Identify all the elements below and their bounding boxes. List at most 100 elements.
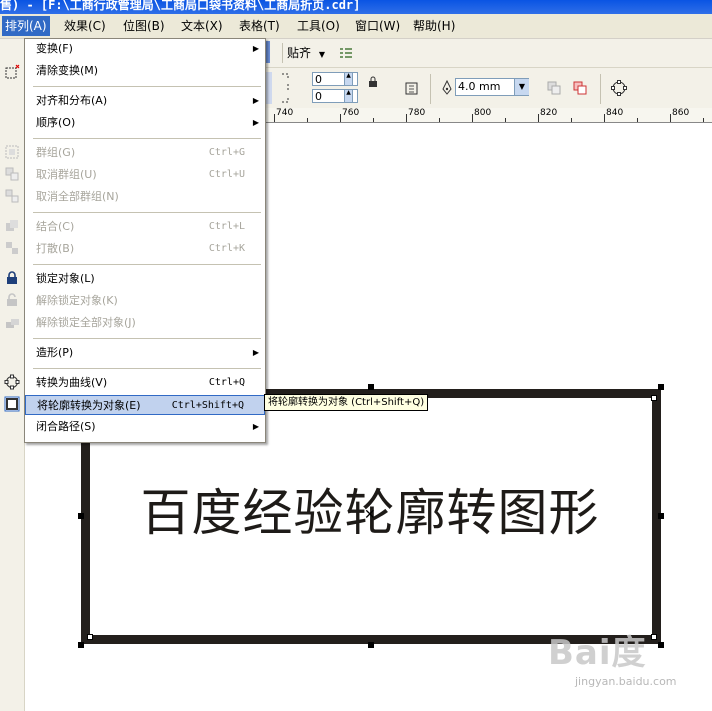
ruler-tick (373, 118, 374, 122)
node-handle (651, 395, 657, 401)
menu-item-convert-to-curves[interactable]: 转换为曲线(V) Ctrl+Q (25, 373, 265, 393)
submenu-arrow-icon: ▶ (252, 422, 259, 431)
menu-tools[interactable]: 工具(O) (294, 18, 343, 34)
outline-to-object-icon (4, 396, 20, 412)
unlock-all-icon (4, 314, 20, 330)
convert-to-curves-icon (4, 374, 20, 390)
ruler-label: 860 (672, 108, 690, 118)
chevron-down-icon: ▼ (318, 50, 325, 59)
menu-item-transform[interactable]: 变换(F) ▶ (25, 39, 265, 59)
watermark-url: jingyan.baidu.com (575, 675, 677, 688)
menu-item-ungroup[interactable]: 取消群组(U) Ctrl+U (25, 165, 265, 185)
ungroup-icon (4, 166, 20, 182)
watermark-logo: Bai度 (548, 633, 647, 673)
send-back-icon[interactable] (546, 80, 562, 96)
menu-help[interactable]: 帮助(H) (410, 18, 458, 34)
ruler-tick (538, 114, 539, 122)
selection-handle-bottom-left[interactable] (78, 642, 84, 648)
ruler-tick (472, 114, 473, 122)
lock-icon (4, 270, 20, 286)
pick-tool-icon[interactable] (4, 64, 20, 80)
menu-separator (33, 86, 261, 87)
menu-item-order[interactable]: 顺序(O) ▶ (25, 113, 265, 133)
selection-handle-bottom[interactable] (368, 642, 374, 648)
menu-separator (33, 264, 261, 265)
spinner-up-1[interactable]: ▲ (344, 72, 353, 86)
wrap-text-icon[interactable] (404, 80, 422, 98)
ruler-tick (274, 114, 275, 122)
unlock-icon (4, 292, 20, 308)
spinner-up-2[interactable]: ▲ (344, 89, 353, 103)
ungroup-all-icon (4, 188, 20, 204)
menu-item-break-apart[interactable]: 打散(B) Ctrl+K (25, 239, 265, 259)
ruler-label: 760 (342, 108, 360, 118)
outline-pen-icon (441, 79, 453, 96)
ruler-tick (604, 114, 605, 122)
node-handle (651, 634, 657, 640)
menu-bar: 排列(A) 效果(C) 位图(B) 文本(X) 表格(T) 工具(O) 窗口(W… (0, 14, 712, 39)
ruler-label: 840 (606, 108, 624, 118)
property-bar-grip (266, 72, 272, 104)
toolbar-grip (266, 41, 270, 63)
menu-item-clear-transform[interactable]: 清除变换(M) (25, 61, 265, 81)
submenu-arrow-icon: ▶ (252, 96, 259, 105)
menu-item-unlock-object[interactable]: 解除锁定对象(K) (25, 291, 265, 311)
menu-arrange[interactable]: 排列(A) (2, 16, 50, 36)
menu-item-ungroup-all[interactable]: 取消全部群组(N) (25, 187, 265, 207)
property-bar: 0 ▲ 0 ▲ 4.0 mm ▼ (266, 68, 712, 109)
menu-text[interactable]: 文本(X) (178, 18, 226, 34)
ruler-tick (571, 118, 572, 122)
ruler-tick (703, 118, 704, 122)
menu-item-lock-object[interactable]: 锁定对象(L) (25, 269, 265, 289)
ruler-tick (505, 118, 506, 122)
menu-item-close-path[interactable]: 闭合路径(S) ▶ (25, 417, 265, 437)
menu-separator (33, 212, 261, 213)
bring-forward-icon[interactable] (572, 80, 588, 96)
submenu-arrow-icon: ▶ (252, 44, 259, 53)
node-handle (87, 634, 93, 640)
ruler-tick (670, 114, 671, 122)
standard-toolbar: 贴齐 ▼ (266, 39, 712, 68)
menu-bitmaps[interactable]: 位图(B) (120, 18, 168, 34)
menu-item-shaping[interactable]: 造形(P) ▶ (25, 343, 265, 363)
ruler-tick (307, 118, 308, 122)
title-bar: 售) - [F:\工商行政管理局\工商局口袋书资料\工商局折页.cdr] (0, 0, 712, 14)
menu-item-align-distribute[interactable]: 对齐和分布(A) ▶ (25, 91, 265, 111)
ruler-tick (406, 114, 407, 122)
group-icon (4, 144, 20, 160)
submenu-arrow-icon: ▶ (252, 118, 259, 127)
selection-handle-left[interactable] (78, 513, 84, 519)
menu-item-group[interactable]: 群组(G) Ctrl+G (25, 143, 265, 163)
menu-table[interactable]: 表格(T) (236, 18, 283, 34)
convert-to-curves-icon[interactable] (610, 79, 628, 97)
chevron-down-icon[interactable]: ▼ (514, 79, 529, 95)
ruler-label: 820 (540, 108, 558, 118)
selection-handle-right[interactable] (658, 513, 664, 519)
ruler-label: 800 (474, 108, 492, 118)
selection-handle-top-right[interactable] (658, 384, 664, 390)
menu-item-combine[interactable]: 结合(C) Ctrl+L (25, 217, 265, 237)
submenu-arrow-icon: ▶ (252, 348, 259, 357)
menu-effects[interactable]: 效果(C) (61, 18, 109, 34)
scale-icon (280, 72, 290, 104)
menu-separator (33, 368, 261, 369)
menu-tooltip: 将轮廓转换为对象 (Ctrl+Shift+Q) (264, 394, 429, 411)
ruler-tick (439, 118, 440, 122)
snap-to-button[interactable]: 贴齐 ▼ (287, 44, 325, 62)
outline-width-value: 4.0 mm (458, 80, 501, 93)
menu-separator (33, 338, 261, 339)
toolbar-divider (282, 43, 283, 63)
arrange-menu: 变换(F) ▶ 清除变换(M) 对齐和分布(A) ▶ 顺序(O) ▶ 群组(G)… (24, 38, 266, 443)
selection-handle-top[interactable] (368, 384, 374, 390)
center-marker-icon: ✕ (364, 507, 376, 523)
menu-separator (33, 138, 261, 139)
options-icon[interactable] (338, 45, 354, 61)
menu-window[interactable]: 窗口(W) (352, 18, 403, 34)
snap-label: 贴齐 (287, 46, 312, 60)
lock-ratio-icon[interactable] (368, 76, 378, 88)
menu-item-unlock-all[interactable]: 解除锁定全部对象(J) (25, 313, 265, 333)
menu-item-convert-outline-to-object[interactable]: 将轮廓转换为对象(E) Ctrl+Shift+Q (25, 395, 265, 415)
toolbar-divider (430, 74, 431, 104)
selection-handle-bottom-right[interactable] (658, 642, 664, 648)
ruler-label: 740 (276, 108, 294, 118)
